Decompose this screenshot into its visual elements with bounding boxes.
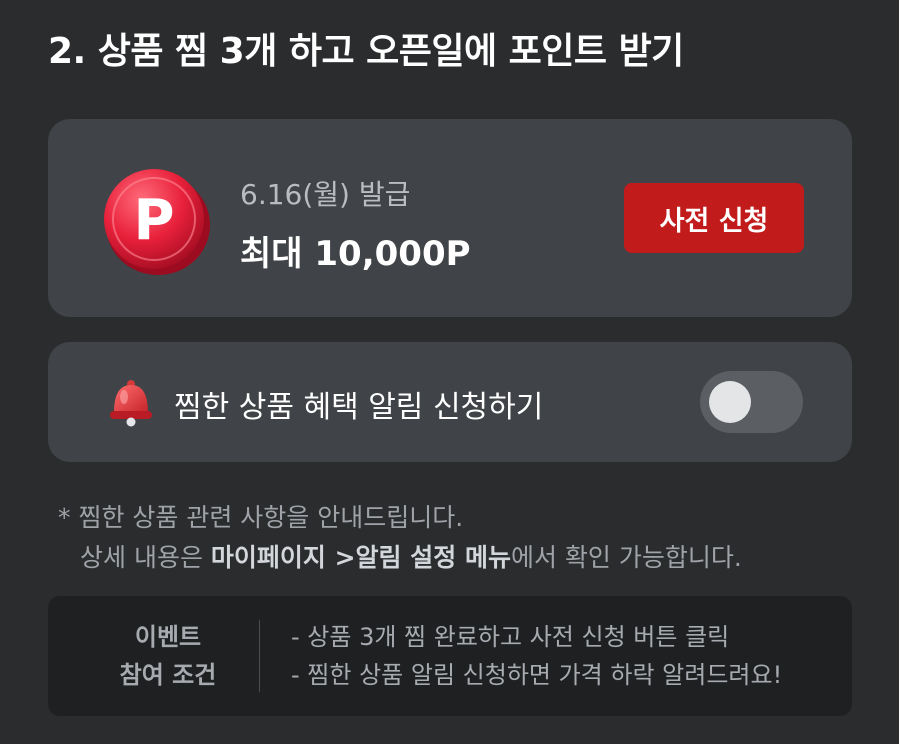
toggle-knob	[709, 381, 751, 423]
coin-letter: P	[133, 188, 174, 253]
conditions-list: - 상품 3개 찜 완료하고 사전 신청 버튼 클릭 - 찜한 상품 알림 신청…	[291, 618, 782, 694]
event-page: 2. 상품 찜 3개 하고 오픈일에 포인트 받기 P 6.16(월) 발급 최…	[0, 0, 899, 744]
issue-date: 6.16(월) 발급	[240, 178, 411, 211]
alert-label: 찜한 상품 혜택 알림 신청하기	[174, 390, 544, 425]
condition-item: - 찜한 상품 알림 신청하면 가격 하락 알려드려요!	[291, 661, 783, 689]
conditions-divider	[259, 620, 260, 692]
notice-line-2-prefix: 상세 내용은	[80, 543, 211, 572]
notice-line-2-suffix: 에서 확인 가능합니다.	[510, 543, 742, 572]
condition-item: - 상품 3개 찜 완료하고 사전 신청 버튼 클릭	[291, 623, 730, 651]
notice-line-2: 상세 내용은 마이페이지 >알림 설정 메뉴에서 확인 가능합니다.	[80, 538, 742, 574]
conditions-heading: 이벤트 참여 조건	[110, 618, 226, 694]
page-title: 2. 상품 찜 3개 하고 오픈일에 포인트 받기	[48, 31, 684, 72]
conditions-box: 이벤트 참여 조건 - 상품 3개 찜 완료하고 사전 신청 버튼 클릭 - 찜…	[48, 596, 852, 716]
alert-card: 찜한 상품 혜택 알림 신청하기	[48, 342, 852, 462]
conditions-heading-line2: 참여 조건	[119, 661, 217, 689]
point-coin-icon: P	[104, 169, 210, 275]
notice-line-1: * 찜한 상품 관련 사항을 안내드립니다.	[58, 503, 464, 532]
notice-line-2-highlight: 마이페이지 >알림 설정 메뉴	[210, 543, 511, 572]
pre-apply-button[interactable]: 사전 신청	[624, 183, 804, 253]
bell-icon	[110, 380, 152, 427]
max-points: 최대 10,000P	[240, 234, 471, 274]
point-card: P 6.16(월) 발급 최대 10,000P 사전 신청	[48, 119, 852, 317]
conditions-heading-line1: 이벤트	[134, 623, 202, 651]
alert-toggle[interactable]	[700, 371, 803, 433]
